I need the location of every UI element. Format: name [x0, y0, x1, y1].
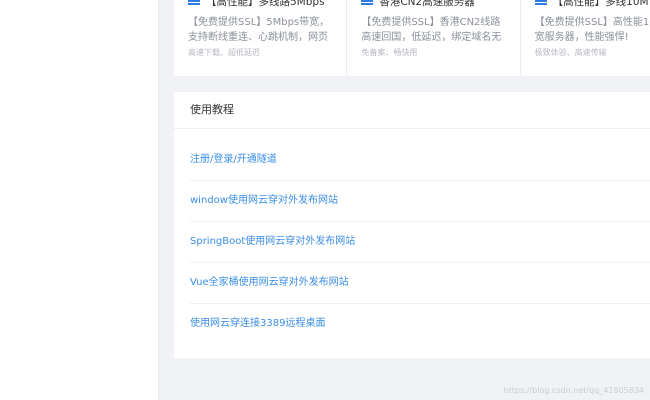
- product-card-hk-cn2[interactable]: 香港CN2高速服务器 【免费提供SSL】香港CN2线路高速回国，低延迟，绑定域名…: [347, 0, 521, 76]
- list-item: Vue全家桶使用网云穿对外发布网站: [190, 263, 650, 304]
- list-item: 注册/登录/开通隧道: [190, 140, 650, 181]
- tutorial-link-windows[interactable]: window使用网云穿对外发布网站: [190, 195, 338, 206]
- tutorial-link-vue[interactable]: Vue全家桶使用网云穿对外发布网站: [190, 277, 349, 288]
- watermark: https://blog.csdn.net/qq_41905834: [503, 386, 644, 395]
- card-description: 【免费提供SSL】高性能10M带宽服务器，性能强悍!: [534, 17, 650, 43]
- card-tags: 高速下载、超低延迟: [188, 48, 260, 57]
- server-icon: [534, 0, 547, 6]
- tutorials-list: 注册/登录/开通隧道 window使用网云穿对外发布网站 SpringBoot使…: [174, 129, 650, 344]
- tutorial-link-rdp[interactable]: 使用网云穿连接3389远程桌面: [190, 318, 325, 329]
- main-content: 【高性能】多线路5Mbps 【免费提供SSL】5Mbps带宽，支持断线重连、心跳…: [159, 0, 650, 400]
- tutorial-link-register[interactable]: 注册/登录/开通隧道: [190, 154, 277, 165]
- list-item: 使用网云穿连接3389远程桌面: [190, 304, 650, 344]
- card-header: 香港CN2高速服务器: [361, 0, 505, 12]
- product-cards: 【高性能】多线路5Mbps 【免费提供SSL】5Mbps带宽，支持断线重连、心跳…: [174, 0, 650, 76]
- card-description: 【免费提供SSL】香港CN2线路高速回国，低延迟，绑定域名无需备案: [361, 17, 502, 43]
- product-card-multi-line-5mbps[interactable]: 【高性能】多线路5Mbps 【免费提供SSL】5Mbps带宽，支持断线重连、心跳…: [174, 0, 348, 76]
- card-tags: 极致体验、高速传输: [534, 48, 607, 57]
- tutorials-panel: 使用教程 注册/登录/开通隧道 window使用网云穿对外发布网站 Spring…: [174, 92, 650, 358]
- product-card-multi-line-10m[interactable]: 【高性能】多线10M 【免费提供SSL】高性能10M带宽服务器，性能强悍! 极致…: [520, 0, 650, 76]
- tutorial-link-springboot[interactable]: SpringBoot使用网云穿对外发布网站: [190, 236, 355, 247]
- server-icon: [188, 0, 200, 6]
- server-icon: [361, 0, 374, 6]
- sidebar: [0, 0, 159, 400]
- card-title: 【高性能】多线路5Mbps: [206, 0, 325, 8]
- card-title: 香港CN2高速服务器: [379, 0, 475, 8]
- card-header: 【高性能】多线10M: [534, 0, 650, 12]
- card-title: 【高性能】多线10M: [552, 0, 649, 8]
- tutorials-title: 使用教程: [174, 92, 650, 129]
- list-item: window使用网云穿对外发布网站: [190, 181, 650, 222]
- card-description: 【免费提供SSL】5Mbps带宽，支持断线重连、心跳机制，网页秒开、: [188, 17, 330, 43]
- list-item: SpringBoot使用网云穿对外发布网站: [190, 222, 650, 263]
- card-header: 【高性能】多线路5Mbps: [188, 0, 332, 12]
- card-tags: 免备案、畅快用: [361, 48, 418, 57]
